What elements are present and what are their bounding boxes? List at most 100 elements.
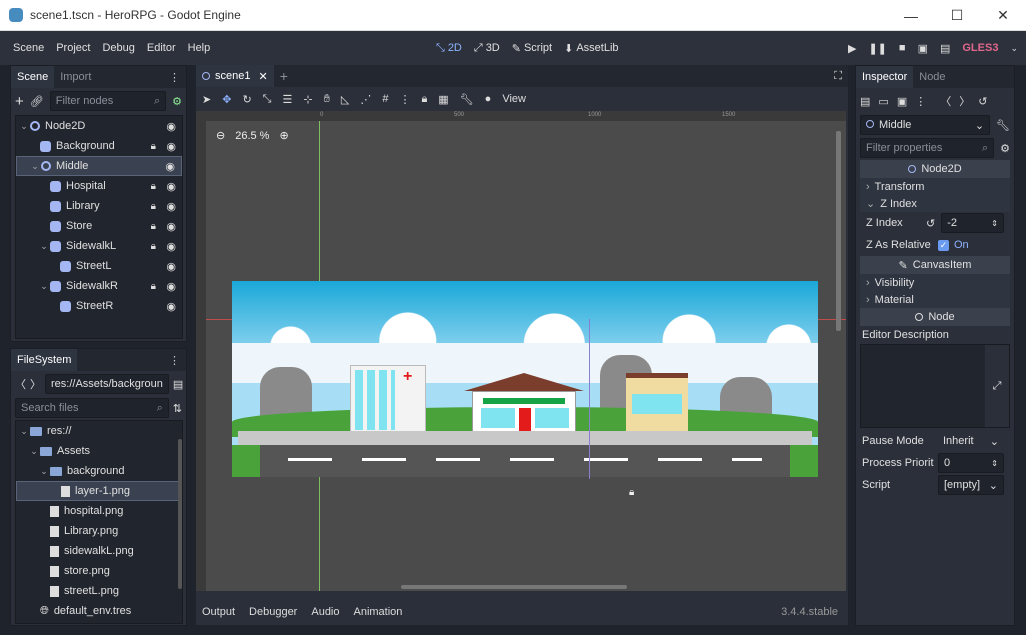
scene-tab[interactable]: scene1 ✕ [196, 65, 274, 87]
add-node-icon[interactable]: + [15, 93, 24, 110]
script-resource-picker[interactable]: [empty] ⌄ [938, 475, 1004, 495]
tab-animation[interactable]: Animation [354, 606, 403, 618]
stop-icon[interactable]: ■ [899, 42, 906, 54]
chevron-down-icon[interactable]: ⌄ [1010, 43, 1018, 54]
visibility-eye-icon[interactable]: ◉ [166, 280, 176, 293]
file-item[interactable]: hospital.png [16, 501, 182, 521]
process-priority-spinbox[interactable]: 0 ⇕ [938, 453, 1004, 473]
lock-icon[interactable]: 🔒︎ [151, 241, 156, 252]
minimize-button[interactable]: — [888, 0, 934, 31]
history-icon[interactable]: ↺ [978, 95, 987, 108]
new-resource-icon[interactable]: ▤ [860, 95, 870, 108]
tree-node[interactable]: StreetL ◉ [16, 256, 182, 276]
tree-node[interactable]: ⌄ Node2D ◉ [16, 116, 182, 136]
more-icon[interactable]: ⋮ [915, 95, 926, 108]
bone-icon[interactable]: 🔧︎ [460, 93, 474, 106]
rotate-tool-icon[interactable]: ↻ [242, 93, 251, 106]
tab-scene[interactable]: Scene [11, 66, 55, 88]
tree-node[interactable]: Hospital 🔒︎ ◉ [16, 176, 182, 196]
tree-node[interactable]: Background 🔒︎ ◉ [16, 136, 182, 156]
history-back-icon[interactable]: 〈 [940, 93, 951, 109]
tab-debugger[interactable]: Debugger [249, 606, 297, 618]
script-attach-icon[interactable]: ⚙ [172, 95, 182, 108]
vertical-scrollbar[interactable] [836, 131, 841, 331]
horizontal-scrollbar[interactable] [401, 585, 627, 589]
lock-icon[interactable]: 🔒︎ [151, 181, 156, 192]
forward-icon[interactable]: 〉 [30, 376, 41, 392]
file-item[interactable]: 🌐︎ default_env.tres [16, 601, 182, 621]
visibility-eye-icon[interactable]: ◉ [166, 180, 176, 193]
tree-node[interactable]: ⌄ SidewalkL 🔒︎ ◉ [16, 236, 182, 256]
grid-snap-icon[interactable]: # [382, 93, 388, 105]
tree-node[interactable]: ⌄ Middle ◉ [16, 156, 182, 176]
lock-icon[interactable]: 🔒︎ [151, 221, 156, 232]
camera-icon[interactable]: ● [485, 93, 492, 105]
tree-node[interactable]: Library 🔒︎ ◉ [16, 196, 182, 216]
zoom-out-icon[interactable]: ⊖ [216, 129, 225, 142]
tab-filesystem[interactable]: FileSystem [11, 349, 78, 371]
back-icon[interactable]: 〈 [15, 376, 26, 392]
select-tool-icon[interactable]: ➤ [202, 93, 211, 106]
tab-output[interactable]: Output [202, 606, 235, 618]
filter-properties-input[interactable]: Filter properties ⌕ [860, 138, 995, 158]
pause-icon[interactable]: ❚❚ [868, 42, 886, 55]
open-folder-icon[interactable]: ▭ [878, 95, 888, 108]
pause-mode-select[interactable]: Inherit ⌄ [938, 431, 1004, 451]
file-item[interactable]: streetL.png [16, 581, 182, 601]
distraction-free-icon[interactable]: ⛶ [834, 70, 842, 83]
collapse-arrow-icon[interactable]: ⌄ [18, 426, 30, 437]
tab-inspector[interactable]: Inspector [856, 66, 914, 88]
settings-icon[interactable]: ⚙ [1000, 142, 1010, 155]
canvas-viewport[interactable]: 0 500 1000 1500 ⊖ 26.5 % ⊕ + 🔒︎ [196, 111, 846, 591]
main-3d-button[interactable]: ⤢ 3D [468, 42, 506, 55]
folder-item[interactable]: ⌄ background [16, 461, 182, 481]
visibility-eye-icon[interactable]: ◉ [166, 300, 176, 313]
lock-icon[interactable]: 🔒︎ [421, 93, 427, 106]
close-button[interactable]: ✕ [980, 0, 1026, 31]
visibility-eye-icon[interactable]: ◉ [166, 120, 176, 133]
main-2d-button[interactable]: ⤡ 2D [430, 42, 468, 55]
tree-node[interactable]: ⌄ SidewalkR 🔒︎ ◉ [16, 276, 182, 296]
folder-item[interactable]: ⌄ Assets [16, 441, 182, 461]
visibility-eye-icon[interactable]: ◉ [166, 240, 176, 253]
folder-item[interactable]: ⌄ res:// [16, 421, 182, 441]
lock-icon[interactable]: 🔒︎ [151, 201, 156, 212]
collapse-arrow-icon[interactable]: ⌄ [28, 446, 40, 457]
path-field[interactable]: res://Assets/backgroun [45, 374, 169, 394]
sort-icon[interactable]: ⇅ [173, 402, 182, 415]
lock-icon[interactable]: 🔒︎ [151, 141, 156, 152]
visibility-eye-icon[interactable]: ◉ [165, 160, 175, 173]
collapse-arrow-icon[interactable]: ⌄ [18, 121, 30, 132]
collapse-arrow-icon[interactable]: ⌄ [29, 161, 41, 172]
menu-editor[interactable]: Editor [141, 42, 182, 54]
zoom-level[interactable]: 26.5 % [235, 130, 269, 142]
visibility-eye-icon[interactable]: ◉ [166, 140, 176, 153]
search-files-input[interactable]: Search files ⌕ [15, 398, 169, 418]
menu-project[interactable]: Project [50, 42, 96, 54]
scrollbar[interactable] [178, 439, 182, 589]
visibility-eye-icon[interactable]: ◉ [166, 200, 176, 213]
maximize-button[interactable]: ☐ [934, 0, 980, 31]
renderer-label[interactable]: GLES3 [962, 42, 998, 54]
group-transform[interactable]: › Transform [860, 178, 1010, 195]
object-props-icon[interactable]: 🔧︎ [996, 119, 1010, 132]
editor-description-textarea[interactable]: ⤢ [860, 344, 1010, 428]
main-script-button[interactable]: ✎ Script [506, 42, 558, 55]
menu-scene[interactable]: Scene [7, 42, 50, 54]
menu-debug[interactable]: Debug [96, 42, 140, 54]
layout-toggle-icon[interactable]: ▤ [173, 378, 183, 391]
z-index-spinbox[interactable]: -2 ⇕ [941, 213, 1004, 233]
group-visibility[interactable]: › Visibility [860, 274, 1010, 291]
tree-node[interactable]: Store 🔒︎ ◉ [16, 216, 182, 236]
history-forward-icon[interactable]: 〉 [959, 93, 970, 109]
group-icon[interactable]: ▦ [438, 93, 448, 106]
view-menu[interactable]: View [502, 93, 526, 105]
play-scene-icon[interactable]: ▣ [918, 42, 928, 55]
ruler-tool-icon[interactable]: ◺ [341, 93, 349, 106]
more-icon[interactable]: ⋮ [399, 93, 410, 106]
file-item[interactable]: layer-1.png [16, 481, 182, 501]
visibility-eye-icon[interactable]: ◉ [166, 260, 176, 273]
link-icon[interactable]: 🔗︎ [30, 95, 44, 108]
tab-import[interactable]: Import [54, 66, 97, 88]
group-zindex[interactable]: ⌄ Z Index [860, 195, 1010, 212]
